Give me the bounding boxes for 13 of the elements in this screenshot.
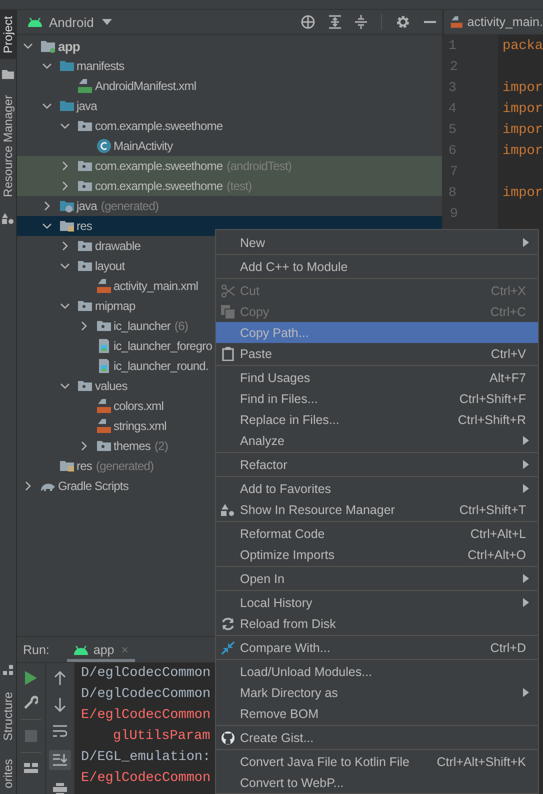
code-text: impor <box>502 102 543 117</box>
code-text: impor <box>502 123 543 138</box>
code-text: packa <box>502 39 543 54</box>
console-line: D/eglCodecCommon <box>81 665 211 683</box>
code-text: impor <box>502 81 543 96</box>
console-line: E/eglCodecCommon <box>81 707 211 725</box>
console-line: E/eglCodecCommon <box>81 770 211 788</box>
code-text: impor <box>502 186 543 201</box>
run-title: Run: <box>23 642 50 656</box>
console-line: D/eglCodecCommon <box>81 686 211 704</box>
console-line: glUtilsParam <box>112 728 210 746</box>
console-line: D/EGL_emulation: <box>81 749 211 767</box>
code-text: impor <box>502 144 543 159</box>
